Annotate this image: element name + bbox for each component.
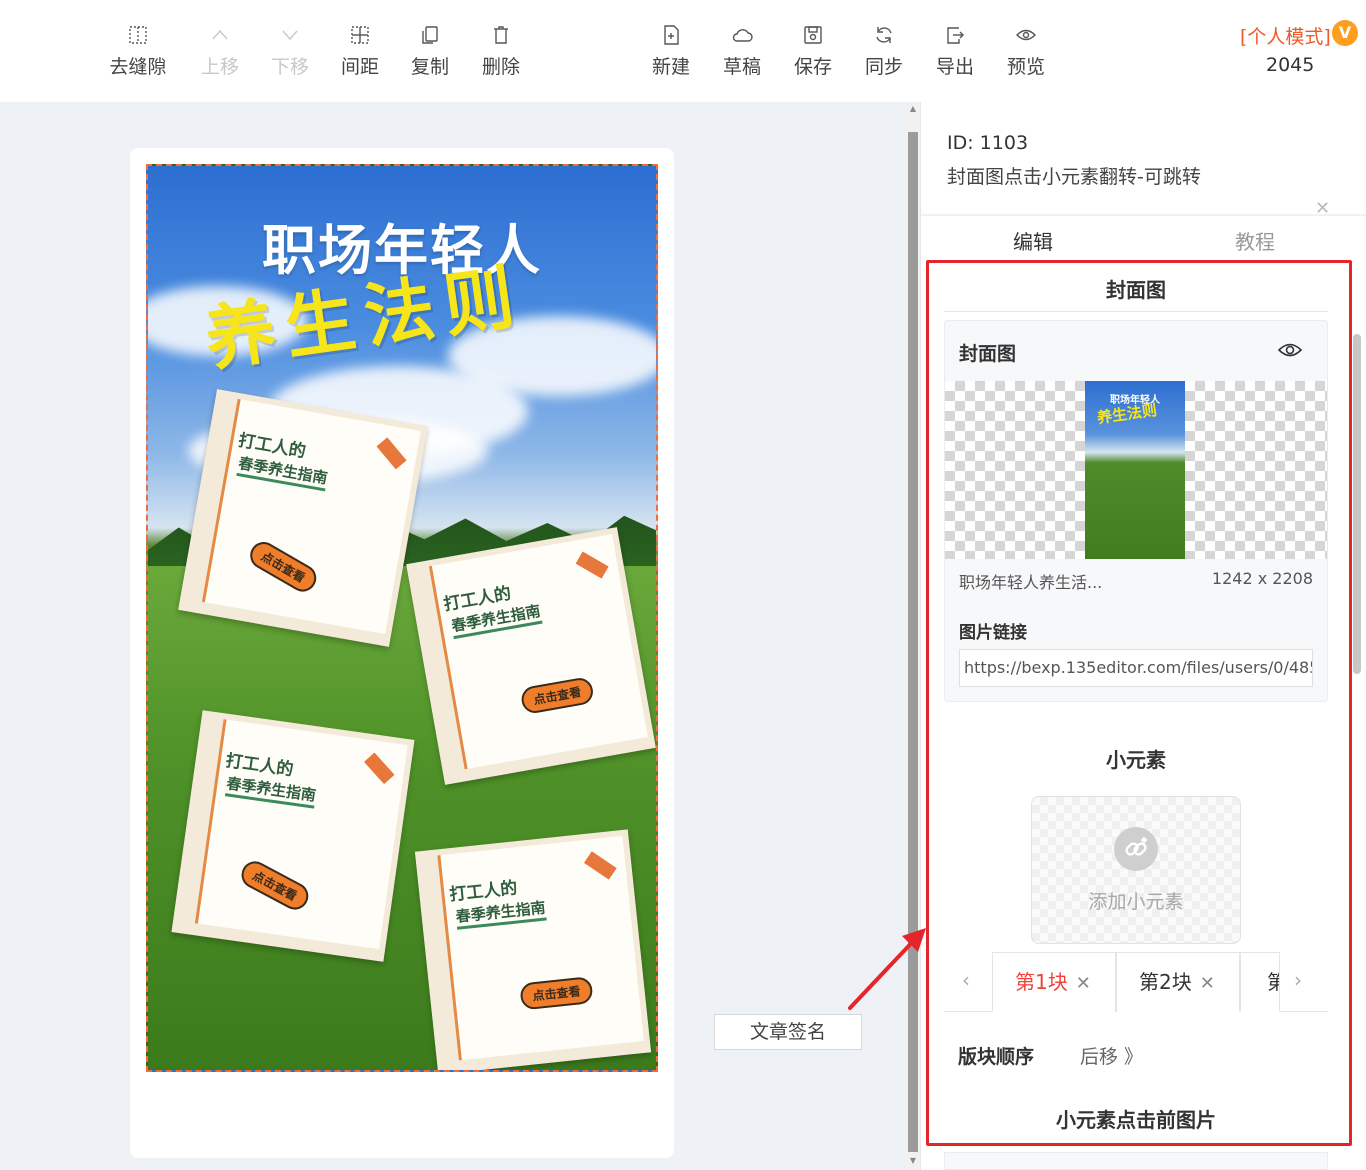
top-toolbar: 去缝隙 上移 下移 间距 复制 删除 新建 草稿 保存 同步 导出 预览 [个人… (0, 0, 1366, 102)
remove-gap-icon (127, 24, 149, 46)
panel-scrollbar[interactable] (1351, 262, 1363, 1168)
new-button[interactable]: 新建 (635, 20, 707, 84)
cloud-icon (731, 24, 753, 46)
editor-workspace: 职场年轻人 养生法则 打工人的 春季养生指南 点击查看 打工人的 春季养生指南 … (0, 102, 906, 1170)
move-down-button[interactable]: 下移 (254, 20, 326, 84)
move-up-button[interactable]: 上移 (184, 20, 256, 84)
tab-edit[interactable]: 编辑 (1013, 226, 1053, 255)
mode-number: 2045 (1266, 54, 1315, 76)
save-icon (802, 24, 824, 46)
flip-card-4[interactable]: 打工人的 春季养生指南 点击查看 (414, 829, 652, 1070)
copy-icon (419, 24, 441, 46)
new-label: 新建 (651, 56, 690, 78)
panel-divider (921, 214, 1366, 216)
annotation-arrow-icon (848, 928, 926, 1010)
preview-label: 预览 (1006, 56, 1045, 78)
copy-button[interactable]: 复制 (394, 20, 466, 84)
new-file-icon (660, 24, 682, 46)
note-paper (201, 398, 421, 635)
highlight-box (926, 260, 1352, 1146)
preview-button[interactable]: 预览 (990, 20, 1062, 84)
scroll-up-arrow-icon[interactable]: ▲ (908, 104, 918, 114)
panel-scrollbar-thumb[interactable] (1353, 334, 1361, 674)
spacing-icon (349, 24, 371, 46)
sync-button[interactable]: 同步 (848, 20, 920, 84)
scroll-down-arrow-icon[interactable]: ▼ (908, 1156, 918, 1166)
before-image-card (944, 1152, 1328, 1170)
sync-label: 同步 (864, 56, 903, 78)
draft-button[interactable]: 草稿 (706, 20, 778, 84)
move-up-label: 上移 (200, 56, 239, 78)
spacing-label: 间距 (340, 56, 379, 78)
spacing-button[interactable]: 间距 (324, 20, 396, 84)
vip-badge-icon: V (1332, 20, 1358, 46)
cover-poster[interactable]: 职场年轻人 养生法则 打工人的 春季养生指南 点击查看 打工人的 春季养生指南 … (146, 164, 658, 1072)
flip-card-2[interactable]: 打工人的 春季养生指南 点击查看 (406, 527, 656, 785)
flip-card-1[interactable]: 打工人的 春季养生指南 点击查看 (178, 389, 428, 647)
flip-card-3[interactable]: 打工人的 春季养生指南 点击查看 (171, 710, 415, 962)
trash-icon (490, 24, 512, 46)
copy-label: 复制 (410, 56, 449, 78)
article-page: 职场年轻人 养生法则 打工人的 春季养生指南 点击查看 打工人的 春季养生指南 … (130, 148, 674, 1158)
template-name: 封面图点击小元素翻转-可跳转 (947, 166, 1201, 188)
eye-icon (1015, 24, 1037, 46)
tab-tutorial[interactable]: 教程 (1235, 226, 1275, 255)
delete-button[interactable]: 删除 (465, 20, 537, 84)
mode-label: [个人模式] (1240, 26, 1331, 48)
template-id: ID: 1103 (947, 132, 1029, 154)
delete-label: 删除 (481, 56, 520, 78)
chevron-down-icon (279, 24, 301, 46)
move-down-label: 下移 (270, 56, 309, 78)
remove-gap-button[interactable]: 去缝隙 (102, 20, 174, 84)
note-paper (428, 534, 648, 770)
article-signature-button[interactable]: 文章签名 (714, 1014, 862, 1050)
sync-icon (873, 24, 895, 46)
export-button[interactable]: 导出 (919, 20, 991, 84)
export-icon (944, 24, 966, 46)
chevron-up-icon (209, 24, 231, 46)
save-label: 保存 (793, 56, 832, 78)
draft-label: 草稿 (722, 56, 761, 78)
remove-gap-label: 去缝隙 (109, 56, 167, 78)
save-button[interactable]: 保存 (777, 20, 849, 84)
export-label: 导出 (935, 56, 974, 78)
